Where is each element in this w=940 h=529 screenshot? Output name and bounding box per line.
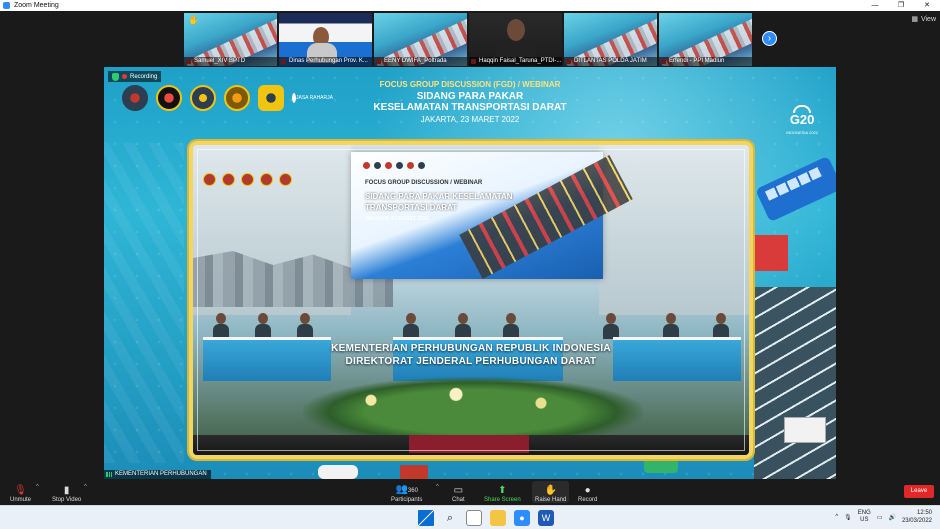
participant-thumbnail[interactable]: DITLANTAS POLDA JATIM [564,13,657,66]
lang-line1: ENG [857,510,871,516]
leave-button[interactable]: Leave [904,485,934,498]
participants-button[interactable]: 👥360 Participants [391,481,422,503]
stop-video-label: Stop Video [52,497,82,503]
close-button[interactable]: ✕ [914,0,940,11]
chat-label: Chat [452,497,465,503]
participants-label: Participants [391,497,423,503]
participants-icon: 👥360 [395,484,418,495]
word-icon[interactable]: W [538,510,554,526]
meeting-area: ▦ View ✋ Samuel_XIV BPTD Dinas Perhubung… [0,11,940,479]
clock[interactable]: 12:50 23/03/2022 [902,509,932,525]
meeting-toolbar: 🎙 Unmute ^ ▮ Stop Video ^ 👥360 Participa… [0,479,940,505]
system-tray: ^ 🎙 ENG US ▭ 🔊 12:50 23/03/2022 [835,509,932,525]
frame-inner-border [197,149,745,451]
chat-button[interactable]: ▭ Chat [452,481,465,503]
g20-sub: INDONESIA 2022 [786,130,818,135]
minimize-button[interactable]: — [862,0,888,11]
truck-illustration [784,417,826,443]
microphone-icon[interactable]: 🎙 [844,514,852,521]
record-label: Record [578,497,598,503]
raise-hand-button[interactable]: ✋ Raise Hand [532,481,570,503]
lang-line2: US [860,517,869,523]
file-explorer-icon[interactable] [490,510,506,526]
volume-icon[interactable]: 🔊 [888,514,895,521]
participant-thumbnail[interactable]: EENY DWIFA_Poltrada [374,13,467,66]
audio-options-chevron-icon[interactable]: ^ [36,484,39,490]
raise-hand-label: Raise Hand [535,497,567,503]
recording-label: Recording [130,73,158,80]
car-illustration [400,465,428,479]
grid-icon: ▦ [911,16,918,23]
raised-hand-icon: ✋ [188,15,200,25]
view-button[interactable]: ▦ View [911,15,936,24]
search-icon[interactable]: ⌕ [442,510,458,526]
car-illustration [318,465,358,479]
participants-count: 360 [407,488,418,494]
input-language[interactable]: ENG US [858,510,871,524]
main-video[interactable]: Recording JASA RAHARJA FOCUS GROUP DISCU… [104,67,836,479]
participant-name: Erfendi - PPI Madiun [659,57,752,66]
car-illustration [644,457,678,473]
slide-title-line2: KESELAMATAN TRANSPORTASI DARAT [373,102,567,113]
participant-name: EENY DWIFA_Poltrada [374,57,467,66]
window-titlebar: Zoom Meeting — ❐ ✕ [0,0,940,11]
participant-thumbnail[interactable]: Dinas Perhubungan Prov. K... [279,13,372,66]
signal-icon [106,472,112,477]
clock-time: 12:50 [916,510,932,516]
raise-hand-icon: ✋ [544,485,557,496]
view-label: View [920,15,936,23]
participant-thumbnail[interactable]: ✋ Samuel_XIV BPTD [184,13,277,66]
task-view-icon[interactable] [466,510,482,526]
slide-subtitle: FOCUS GROUP DISCUSSION (FGD) / WEBINAR [379,80,561,89]
taskbar-apps: ⌕ ● W [418,510,554,526]
participant-head [507,19,525,41]
unmute-label: Unmute [10,497,32,503]
record-icon: ● [584,485,591,496]
stop-video-button[interactable]: ▮ Stop Video [52,481,81,503]
unmute-button[interactable]: 🎙 Unmute [10,481,31,503]
participant-name: Samuel_XIV BPTD [184,57,277,66]
participant-name: Dinas Perhubungan Prov. K... [279,57,372,66]
truck-illustration [752,235,788,271]
muted-mic-icon: 🎙 [14,485,27,496]
maximize-button[interactable]: ❐ [888,0,914,11]
chat-bubble-icon: ▭ [453,485,464,496]
video-camera-icon: ▮ [63,485,70,496]
record-dot-icon [122,74,127,79]
windows-start-icon[interactable] [418,510,434,526]
active-speaker-name: KEMENTERIAN PERHUBUNGAN [115,471,207,477]
share-screen-button[interactable]: ⬆ Share Screen [484,481,521,503]
zoom-app-icon [3,2,10,9]
g20-label: G20 [789,112,815,127]
tray-chevron-icon[interactable]: ^ [835,514,838,520]
clock-date: 23/03/2022 [901,518,932,524]
slide-title-line1: SIDANG PARA PAKAR [416,91,524,102]
thumbnail-strip: ✋ Samuel_XIV BPTD Dinas Perhubungan Prov… [184,13,752,66]
participant-thumbnail[interactable]: Haqqin Faisal_Taruna_PTDI-... [469,13,562,66]
slide-date: JAKARTA, 23 MARET 2022 [420,115,520,124]
g20-logo: G20 INDONESIA 2022 [786,105,818,139]
left-decoration [104,143,184,463]
stage-video-frame: FOCUS GROUP DISCUSSION / WEBINAR SIDANG … [189,141,753,459]
active-speaker-label: KEMENTERIAN PERHUBUNGAN [104,470,211,479]
record-button[interactable]: ● Record [578,481,597,503]
participant-thumbnail[interactable]: Erfendi - PPI Madiun [659,13,752,66]
video-options-chevron-icon[interactable]: ^ [84,484,87,490]
participant-name: Haqqin Faisal_Taruna_PTDI-... [469,57,562,66]
participant-name: DITLANTAS POLDA JATIM [564,57,657,66]
share-screen-icon: ⬆ [498,485,507,496]
next-page-button[interactable]: › [762,31,777,46]
display-icon[interactable]: ▭ [877,514,883,521]
window-controls: — ❐ ✕ [862,0,940,11]
zoom-taskbar-icon[interactable]: ● [514,510,530,526]
share-screen-label: Share Screen [484,497,521,503]
window-title: Zoom Meeting [14,2,59,9]
windows-taskbar: ⌕ ● W ^ 🎙 ENG US ▭ 🔊 12:50 23/03/2022 [0,505,940,529]
participants-options-chevron-icon[interactable]: ^ [436,484,439,490]
road-illustration [754,287,836,479]
